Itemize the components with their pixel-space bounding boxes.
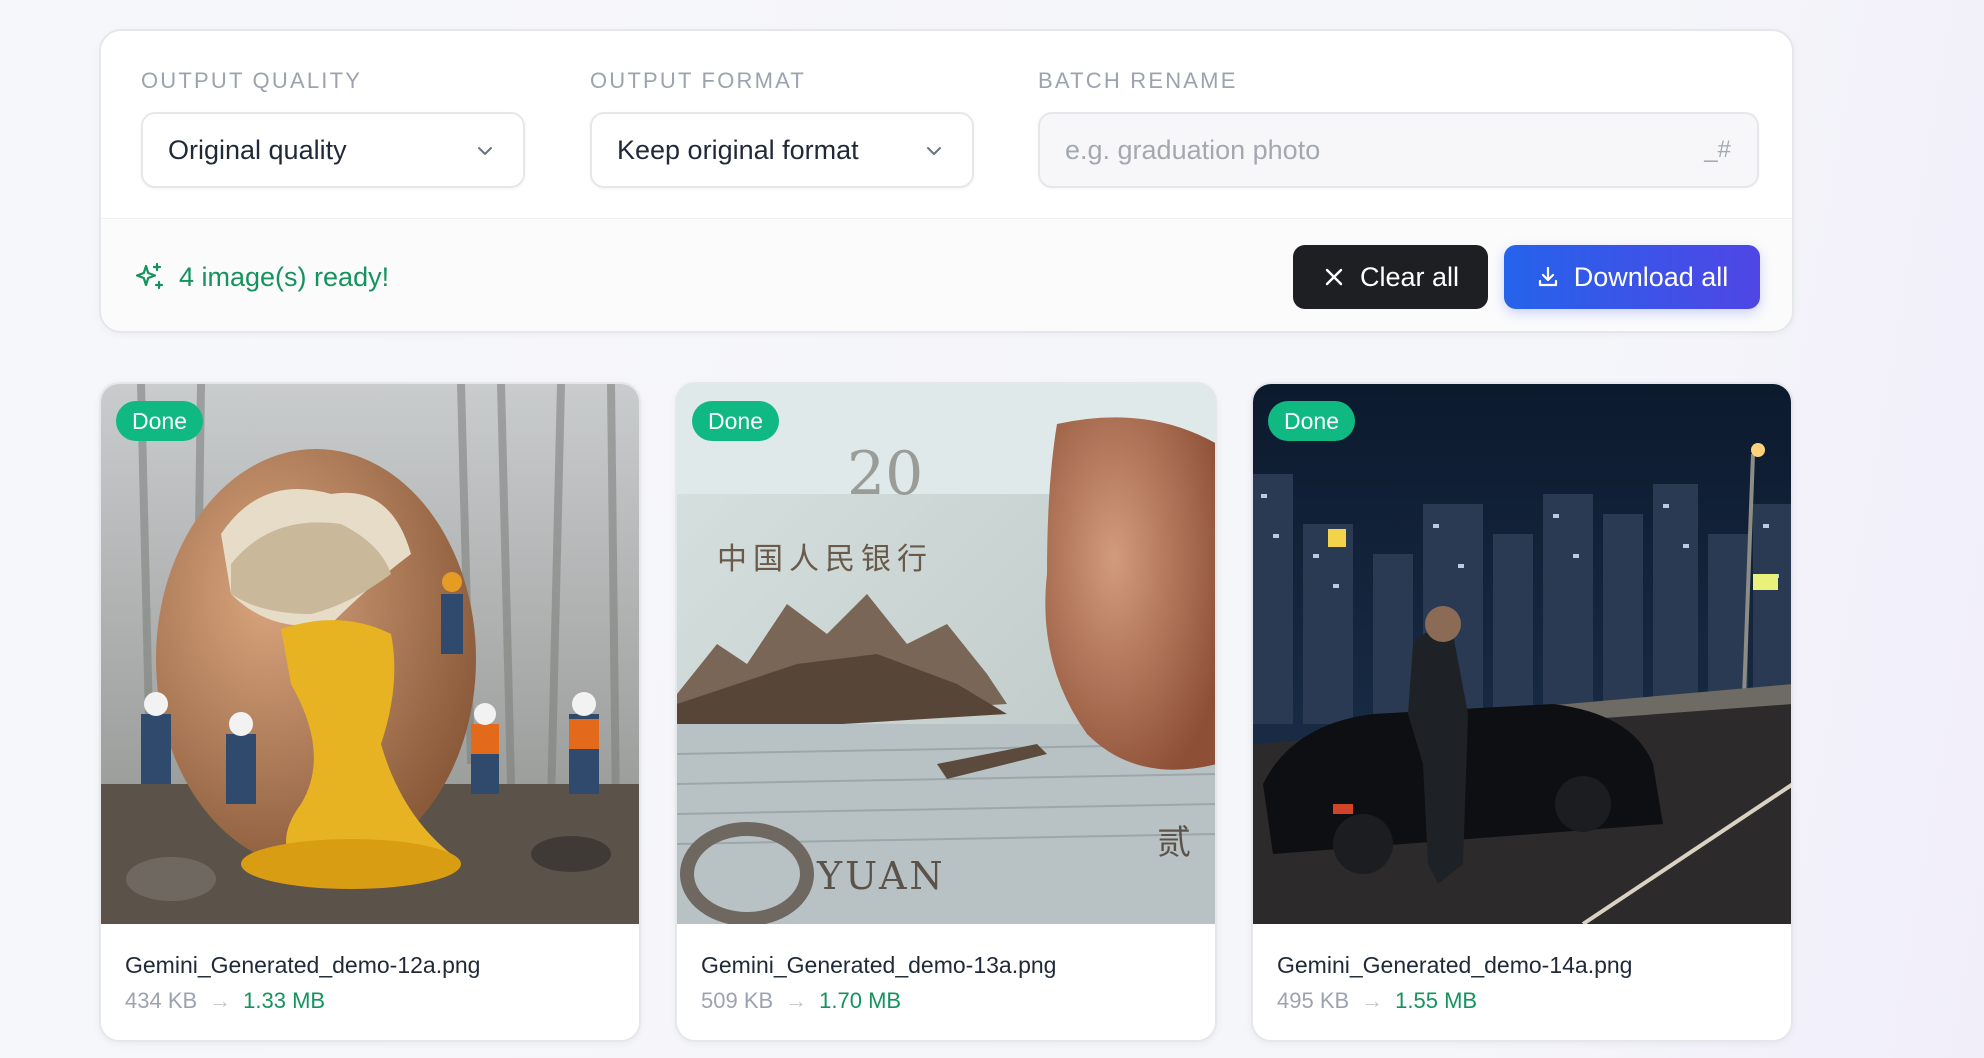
output-format-value: Keep original format [617,134,859,165]
output-format-select[interactable]: Keep original format [590,112,974,188]
original-size: 495 KB [1277,988,1350,1013]
arrow-right-icon: → [785,988,808,1013]
file-name: Gemini_Generated_demo-14a.png [1277,952,1633,978]
man-with-car-city-night-photo [1253,384,1791,924]
new-size: 1.33 MB [243,988,326,1013]
status-badge: Done [116,401,203,441]
clear-all-label: Clear all [1359,261,1460,292]
file-sizes: 495 KB → 1.55 MB [1277,988,1477,1014]
close-icon [1325,268,1343,286]
file-name: Gemini_Generated_demo-13a.png [701,952,1057,978]
image-card[interactable]: Done Gemini_Generated_demo-14a.png 495 K… [1251,382,1793,1042]
chevron-down-icon [927,147,941,155]
action-bar: 4 image(s) ready! Clear all Download all [101,220,1792,331]
output-quality-select[interactable]: Original quality [141,112,525,188]
file-sizes: 509 KB → 1.70 MB [701,988,901,1014]
original-size: 509 KB [701,988,774,1013]
rename-suffix: _# [1704,136,1731,163]
image-thumbnail: Done [1253,384,1791,924]
svg-text:贰: 贰 [1157,823,1191,863]
arrow-right-icon: → [209,988,232,1013]
svg-text:中国人民银行: 中国人民银行 [717,542,933,577]
image-card[interactable]: Done Gemini_Generated_demo-12a.png 434 K… [99,382,641,1042]
original-size: 434 KB [125,988,198,1013]
output-quality-label: OUTPUT QUALITY [141,68,363,93]
clear-all-button[interactable]: Clear all [1293,245,1488,309]
status-badge: Done [1268,401,1355,441]
svg-text:YUAN: YUAN [816,854,946,898]
image-card[interactable]: 20 中国人民银行 YUAN 贰 Done Gemini_Generated_d… [675,382,1217,1042]
giant-egg-with-workers-photo [101,384,639,924]
ready-text: 4 image(s) ready! [179,261,390,292]
download-icon [1538,266,1557,287]
ready-status: 4 image(s) ready! [133,261,389,293]
download-all-button[interactable]: Download all [1504,245,1760,309]
new-size: 1.55 MB [1395,988,1478,1013]
status-badge: Done [692,401,779,441]
download-all-label: Download all [1573,261,1729,292]
svg-text:20: 20 [847,439,923,509]
file-name: Gemini_Generated_demo-12a.png [125,952,481,978]
settings-panel: OUTPUT QUALITY Original quality OUTPUT F… [99,29,1794,333]
batch-rename-input[interactable] [1040,114,1680,186]
yuan-banknote-closeup-photo: 20 中国人民银行 YUAN 贰 [677,384,1215,924]
sparkles-icon [135,262,164,290]
settings-row: OUTPUT QUALITY Original quality OUTPUT F… [101,31,1792,219]
batch-rename-label: BATCH RENAME [1038,68,1238,93]
image-thumbnail: 20 中国人民银行 YUAN 贰 Done [677,384,1215,924]
output-quality-value: Original quality [168,134,347,165]
image-thumbnail: Done [101,384,639,924]
arrow-right-icon: → [1361,988,1384,1013]
batch-rename-field: _# [1038,112,1759,188]
file-sizes: 434 KB → 1.33 MB [125,988,325,1014]
new-size: 1.70 MB [819,988,902,1013]
chevron-down-icon [478,147,492,155]
output-format-label: OUTPUT FORMAT [590,68,806,93]
